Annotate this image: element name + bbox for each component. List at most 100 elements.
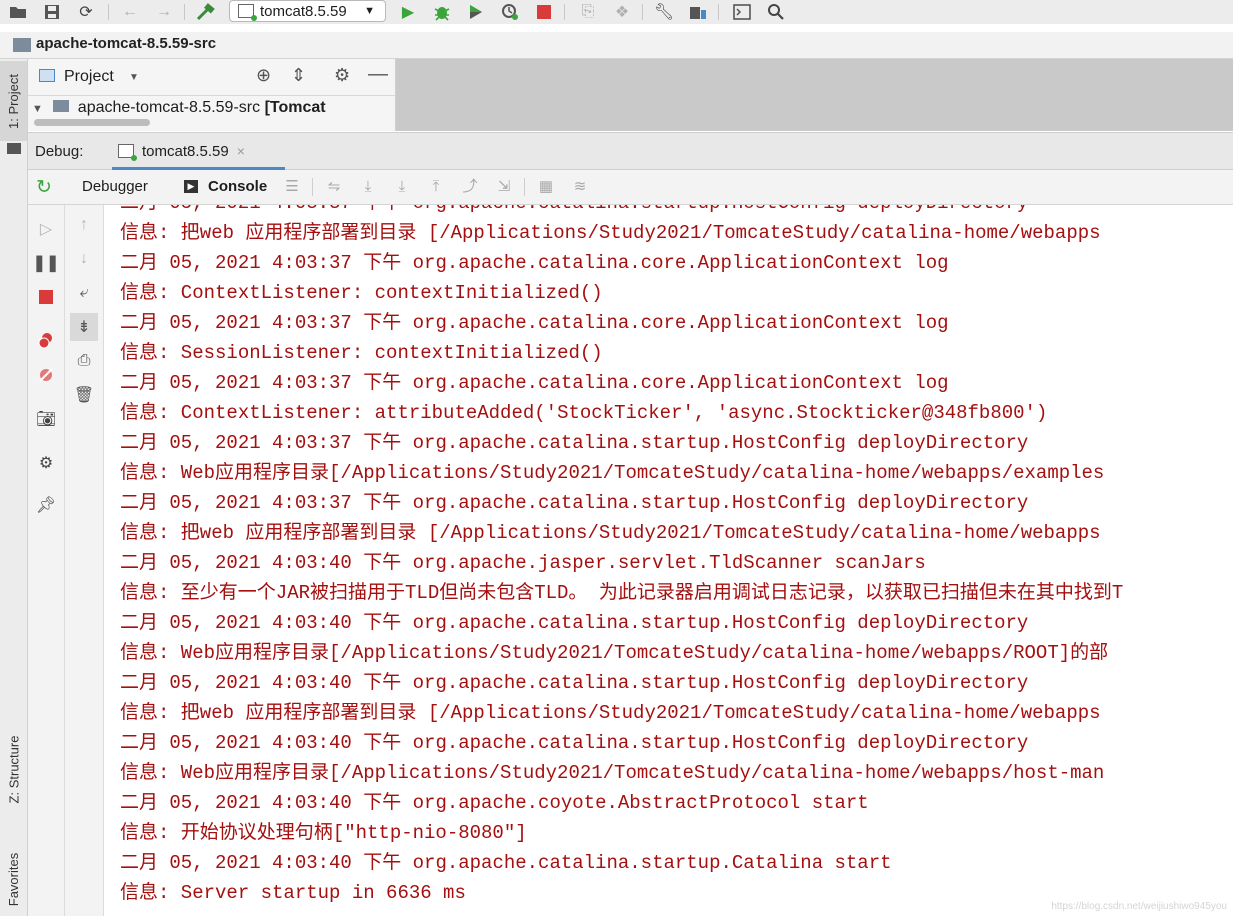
console-line: 信息: 把web 应用程序部署到目录 [/Applications/Study2…: [120, 222, 1101, 244]
console-line: 二月 05, 2021 4:03:37 下午 org.apache.catali…: [120, 312, 949, 334]
console-line: 信息: Web应用程序目录[/Applications/Study2021/To…: [120, 462, 1105, 484]
locate-crosshair-icon[interactable]: ⊕: [256, 65, 271, 86]
project-tool-tab-label: 1: Project: [6, 73, 22, 129]
debug-label: Debug:: [35, 143, 84, 160]
navigation-bar: apache-tomcat-8.5.59-src: [0, 32, 1233, 59]
search-icon[interactable]: [766, 2, 786, 22]
tomcat-config-icon: [238, 4, 257, 21]
folder-icon: [7, 143, 21, 154]
console-output[interactable]: 二月 05, 2021 4:03:37 下午 org.apache.catali…: [104, 205, 1233, 916]
trash-icon[interactable]: 🗑︎: [72, 383, 96, 407]
pin-icon[interactable]: 📌︎: [34, 493, 58, 517]
profiler-icon[interactable]: [500, 2, 520, 22]
soft-wrap-icon[interactable]: ⤶: [72, 281, 96, 305]
camera-icon[interactable]: 📷︎: [34, 407, 58, 431]
project-tool-tab[interactable]: 1: Project: [0, 61, 27, 141]
project-view-title[interactable]: Project: [64, 68, 114, 86]
gear-icon[interactable]: ⚙: [334, 65, 350, 86]
sync-icon[interactable]: ⟳: [76, 2, 96, 22]
tomcat-config-icon: [118, 144, 137, 161]
close-icon[interactable]: ×: [237, 143, 245, 159]
console-line: 信息: Server startup in 6636 ms: [120, 882, 466, 904]
console-line: 二月 05, 2021 4:03:40 下午 org.apache.jasper…: [120, 552, 926, 574]
stop-icon[interactable]: [534, 2, 554, 22]
project-folder-icon: [13, 38, 31, 52]
open-folder-icon[interactable]: [8, 2, 28, 22]
console-line: 信息: Web应用程序目录[/Applications/Study2021/To…: [120, 762, 1105, 784]
debug-session-tab[interactable]: tomcat8.5.59 ×: [112, 133, 285, 170]
tree-root-suffix: [Tomcat: [264, 99, 326, 116]
forward-icon[interactable]: →: [154, 2, 174, 22]
chevron-down-icon[interactable]: ▼: [129, 72, 139, 83]
console-line: 信息: 至少有一个JAR被扫描用于TLD但尚未包含TLD。 为此记录器启用调试日…: [120, 582, 1124, 604]
module-icon[interactable]: ❖: [612, 2, 632, 22]
pause-icon[interactable]: ❚❚: [33, 251, 60, 275]
minimize-icon[interactable]: —: [368, 63, 388, 86]
run-to-cursor-icon[interactable]: ⇲: [494, 177, 514, 197]
console-line: 二月 05, 2021 4:03:37 下午 org.apache.catali…: [120, 372, 949, 394]
view-breakpoints-icon[interactable]: [34, 329, 58, 353]
run-icon[interactable]: ▶: [398, 2, 418, 22]
settings-wrench-icon[interactable]: 🔧︎: [654, 2, 674, 22]
step-out-icon[interactable]: ⤒: [426, 177, 446, 197]
gear-icon[interactable]: ⚙: [34, 451, 58, 475]
console-line: 信息: 把web 应用程序部署到目录 [/Applications/Study2…: [120, 702, 1101, 724]
console-icon: ▶: [184, 180, 198, 193]
save-icon[interactable]: [42, 2, 62, 22]
tree-expand-arrow-icon[interactable]: ▼: [32, 103, 43, 115]
step-over-icon[interactable]: ⤓: [358, 177, 378, 197]
collapse-all-icon[interactable]: ⇕: [291, 65, 306, 86]
console-line: 信息: Web应用程序目录[/Applications/Study2021/To…: [120, 642, 1109, 664]
horizontal-scrollbar[interactable]: [34, 119, 150, 126]
build-hammer-icon[interactable]: [196, 2, 216, 22]
run-configuration-select[interactable]: tomcat8.5.59 ▼: [229, 0, 386, 22]
console-line: 二月 05, 2021 4:03:37 下午 org.apache.catali…: [120, 432, 1029, 454]
debug-bug-icon[interactable]: [432, 2, 452, 22]
console-line: 二月 05, 2021 4:03:37 下午 org.apache.catali…: [120, 252, 949, 274]
tab-debugger[interactable]: Debugger: [82, 178, 148, 195]
down-arrow-icon[interactable]: ↓: [72, 247, 96, 271]
show-execution-point-icon[interactable]: ⇋: [324, 177, 344, 197]
console-actions-column: ↑ ↓ ⤶ ⇟ ⎙ 🗑︎: [65, 205, 104, 916]
watermark: https://blog.csdn.net/weijiushiwo945you: [1051, 901, 1227, 912]
console-line: 信息: SessionListener: contextInitialized(…: [120, 342, 603, 364]
console-line: 二月 05, 2021 4:03:37 下午 org.apache.catali…: [120, 492, 1029, 514]
attach-debugger-icon[interactable]: ⎘: [578, 2, 598, 22]
favorites-tool-tab[interactable]: Favorites: [0, 839, 27, 919]
hamburger-menu-icon[interactable]: ☰: [282, 177, 302, 197]
resume-icon[interactable]: ▷: [34, 217, 58, 241]
debug-session-name: tomcat8.5.59: [142, 142, 229, 160]
debug-actions-column: ▷ ❚❚ 📷︎ ⚙ 📌︎: [28, 205, 65, 916]
drop-frame-icon[interactable]: ⤴: [460, 177, 480, 197]
back-icon[interactable]: ←: [120, 2, 140, 22]
scroll-to-end-icon[interactable]: ⇟: [70, 313, 98, 341]
up-arrow-icon[interactable]: ↑: [72, 213, 96, 237]
stop-icon[interactable]: [34, 285, 58, 309]
terminal-window-icon[interactable]: [732, 2, 752, 22]
console-line: 二月 05, 2021 4:03:40 下午 org.apache.catali…: [120, 852, 892, 874]
print-icon[interactable]: ⎙: [72, 349, 96, 373]
main-toolbar: ⟳ ← → tomcat8.5.59 ▼ ▶ ⎘ ❖ 🔧︎: [0, 0, 1233, 24]
structure-tool-tab[interactable]: Z: Structure: [0, 719, 27, 819]
project-panel: Project ▼ ⊕ ⇕ ⚙ — ▼ apache-tomcat-8.5.59…: [28, 59, 396, 131]
console-line: 二月 05, 2021 4:03:40 下午 org.apache.coyote…: [120, 792, 869, 814]
console-line: 信息: 开始协议处理句柄["http-nio-8080"]: [120, 822, 527, 844]
mute-breakpoints-icon[interactable]: [34, 363, 58, 387]
project-structure-icon[interactable]: [688, 2, 708, 22]
trace-icon[interactable]: ≋: [570, 177, 590, 197]
tree-root-row[interactable]: ▼ apache-tomcat-8.5.59-src [Tomcat: [32, 99, 392, 117]
breadcrumb[interactable]: apache-tomcat-8.5.59-src: [36, 35, 216, 52]
project-view-icon: [39, 69, 55, 82]
console-line: 二月 05, 2021 4:03:37 下午 org.apache.catali…: [120, 205, 1028, 215]
step-into-icon[interactable]: ⤓: [392, 177, 412, 197]
tab-console[interactable]: Console: [208, 178, 267, 195]
evaluate-expression-icon[interactable]: ▦: [536, 177, 556, 197]
debug-tool-header: Debug: tomcat8.5.59 ×: [28, 132, 1233, 170]
project-panel-header: Project ▼ ⊕ ⇕ ⚙ —: [28, 59, 395, 96]
console-line: 二月 05, 2021 4:03:40 下午 org.apache.catali…: [120, 732, 1029, 754]
rerun-icon[interactable]: ↻: [36, 176, 52, 199]
tree-root-label: apache-tomcat-8.5.59-src: [77, 99, 261, 116]
left-tool-strip: 1: Project Z: Structure Favorites: [0, 59, 28, 916]
module-folder-icon: [53, 100, 70, 112]
run-with-coverage-icon[interactable]: [466, 2, 486, 22]
